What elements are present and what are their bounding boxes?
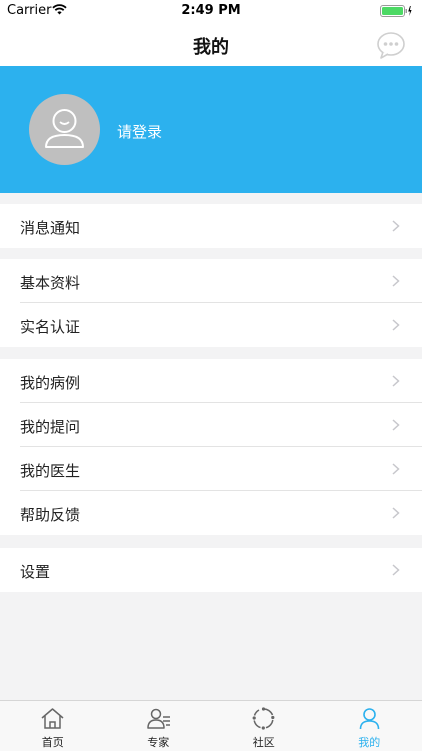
menu-item-label: 我的医生 <box>20 460 80 481</box>
community-icon <box>251 706 276 731</box>
experts-icon <box>146 706 171 731</box>
menu-item-settings[interactable]: 设置 <box>0 548 422 592</box>
tab-label: 首页 <box>0 734 106 750</box>
clock: 2:49 PM <box>0 3 422 18</box>
user-placeholder-icon <box>29 94 100 165</box>
page-title: 我的 <box>0 33 422 59</box>
status-bar: Carrier 2:49 PM <box>0 0 422 22</box>
menu-item-basic-info[interactable]: 基本资料 <box>0 259 422 303</box>
menu-item-label: 我的提问 <box>20 416 80 437</box>
chevron-right-icon <box>392 507 400 519</box>
tab-experts[interactable]: 专家 <box>106 701 212 751</box>
menu-group-notifications: 消息通知 <box>0 204 422 248</box>
tab-label: 我的 <box>317 734 422 750</box>
menu-item-my-doctors[interactable]: 我的医生 <box>0 447 422 491</box>
home-icon <box>40 706 65 731</box>
chevron-right-icon <box>392 419 400 431</box>
menu-item-label: 设置 <box>20 561 50 582</box>
chat-bubble-icon[interactable] <box>376 30 406 60</box>
chevron-right-icon <box>392 319 400 331</box>
chevron-right-icon <box>392 275 400 287</box>
avatar[interactable] <box>29 94 100 165</box>
menu-item-my-cases[interactable]: 我的病例 <box>0 359 422 403</box>
tab-label: 社区 <box>211 734 317 750</box>
menu-item-label: 帮助反馈 <box>20 504 80 525</box>
menu-item-label: 我的病例 <box>20 372 80 393</box>
chevron-right-icon <box>392 220 400 232</box>
menu-item-my-questions[interactable]: 我的提问 <box>0 403 422 447</box>
tab-profile[interactable]: 我的 <box>317 701 422 751</box>
chevron-right-icon <box>392 564 400 576</box>
profile-icon <box>357 706 382 731</box>
menu-item-label: 消息通知 <box>20 217 80 238</box>
chevron-right-icon <box>392 375 400 387</box>
menu-item-notifications[interactable]: 消息通知 <box>0 204 422 248</box>
tab-label: 专家 <box>106 734 212 750</box>
menu-item-help-feedback[interactable]: 帮助反馈 <box>0 491 422 535</box>
tab-bar: 首页 专家 社区 我的 <box>0 700 422 751</box>
menu-group-account: 基本资料 实名认证 <box>0 259 422 347</box>
menu-item-label: 基本资料 <box>20 272 80 293</box>
battery-icon <box>380 5 412 17</box>
menu-item-real-name-verification[interactable]: 实名认证 <box>0 303 422 347</box>
menu-group-medical: 我的病例 我的提问 我的医生 帮助反馈 <box>0 359 422 535</box>
nav-bar: 我的 <box>0 22 422 66</box>
menu-item-label: 实名认证 <box>20 316 80 337</box>
tab-community[interactable]: 社区 <box>211 701 317 751</box>
tab-home[interactable]: 首页 <box>0 701 106 751</box>
login-link[interactable]: 请登录 <box>117 121 162 142</box>
menu-group-settings: 设置 <box>0 548 422 592</box>
profile-header[interactable]: 请登录 <box>0 66 422 193</box>
chevron-right-icon <box>392 463 400 475</box>
